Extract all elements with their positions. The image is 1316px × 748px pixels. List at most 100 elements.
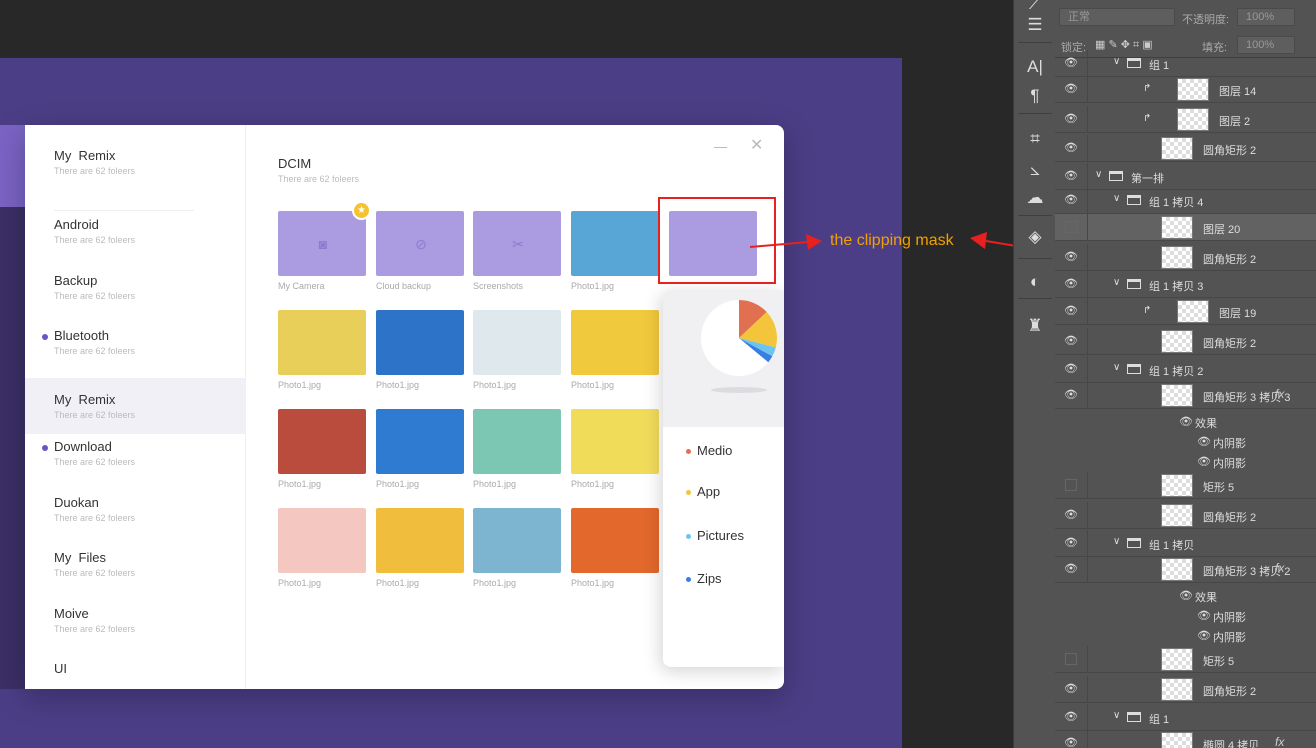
photo-thumbnail[interactable] (278, 409, 366, 474)
opacity-input[interactable]: 100% (1237, 8, 1295, 26)
eye-icon[interactable]: 👁 (1063, 536, 1079, 550)
blend-mode-select[interactable]: 正常 (1059, 8, 1175, 26)
crop-icon[interactable]: ⌗ (1022, 127, 1048, 151)
photo-thumbnail[interactable] (376, 508, 464, 573)
smudge-icon[interactable]: ☁ (1022, 186, 1048, 210)
layer-row[interactable]: 👁 图层 2 ↱ (1055, 106, 1316, 133)
type-icon[interactable]: A| (1022, 55, 1048, 79)
eye-icon[interactable]: 👁 (1197, 455, 1211, 468)
layer-row[interactable]: 👁 组 1 拷贝 3 ∨ (1055, 271, 1316, 298)
eye-icon[interactable]: 👁 (1063, 562, 1079, 576)
eye-icon[interactable]: 👁 (1063, 277, 1079, 291)
layer-row[interactable]: 👁 组 1 拷贝 4 ∨ (1055, 187, 1316, 214)
layer-row[interactable]: 👁 组 1 拷贝 ∨ (1055, 530, 1316, 557)
layer-row[interactable]: 图层 20 (1055, 214, 1316, 241)
eye-icon[interactable]: 👁 (1063, 250, 1079, 264)
ruler-icon[interactable]: ⦣ (1022, 158, 1048, 182)
chevron-down-icon[interactable]: ∨ (1113, 193, 1120, 204)
adjust-icon[interactable]: ☰ (1022, 13, 1048, 37)
eye-icon[interactable]: 👁 (1063, 334, 1079, 348)
hidden-eye-box[interactable] (1065, 479, 1077, 491)
eye-icon[interactable]: 👁 (1197, 609, 1211, 622)
eye-icon[interactable]: 👁 (1063, 388, 1079, 402)
fx-icon[interactable]: fx (1275, 387, 1284, 401)
layer-row[interactable]: 👁 圆角矩形 3 拷贝 2 fx (1055, 556, 1316, 583)
chevron-down-icon[interactable]: ∨ (1095, 169, 1102, 180)
tool-strip: ⟋ ☰ A| ¶ ⌗ ⦣ ☁ ◈ ◐ ♜ (1013, 0, 1055, 748)
layer-thumbnail (1161, 732, 1193, 748)
photo-thumbnail[interactable] (376, 310, 464, 375)
layer-row[interactable]: 👁 圆角矩形 2 (1055, 502, 1316, 529)
legend-dot (686, 449, 691, 455)
fx-icon[interactable]: fx (1275, 735, 1284, 748)
eye-icon[interactable]: 👁 (1063, 169, 1079, 183)
photo-thumbnail[interactable] (571, 310, 659, 375)
eye-icon[interactable]: 👁 (1063, 82, 1079, 96)
eye-icon[interactable]: 👁 (1063, 710, 1079, 724)
sidebar-item[interactable]: Download There are 62 foleers (25, 425, 246, 481)
tool-separator (1018, 113, 1052, 114)
eye-icon[interactable]: 👁 (1063, 56, 1079, 70)
layer-row[interactable]: 👁 组 1 ∨ (1055, 50, 1316, 77)
hidden-eye-box[interactable] (1065, 221, 1077, 233)
layer-row[interactable]: 矩形 5 (1055, 646, 1316, 673)
photo-thumbnail[interactable] (473, 409, 561, 474)
chevron-down-icon[interactable]: ∨ (1113, 277, 1120, 288)
eye-icon[interactable]: 👁 (1063, 736, 1079, 748)
chevron-down-icon[interactable]: ∨ (1113, 536, 1120, 547)
layer-row[interactable]: 👁 圆角矩形 2 (1055, 328, 1316, 355)
photo-thumbnail[interactable] (571, 508, 659, 573)
hidden-eye-box[interactable] (1065, 653, 1077, 665)
chevron-down-icon[interactable]: ∨ (1113, 56, 1120, 67)
layer-row[interactable]: 👁 圆角矩形 2 (1055, 676, 1316, 703)
layer-thumbnail (1161, 246, 1193, 269)
photo-thumbnail[interactable] (376, 409, 464, 474)
fx-icon[interactable]: fx (1275, 561, 1284, 575)
layer-row[interactable]: 👁 第一排 ∨ (1055, 163, 1316, 190)
chevron-down-icon[interactable]: ∨ (1113, 710, 1120, 721)
layer-row[interactable]: 内阴影 👁 (1055, 432, 1316, 452)
photo-thumbnail[interactable] (473, 310, 561, 375)
layer-row[interactable]: 内阴影 👁 (1055, 606, 1316, 626)
eye-icon[interactable]: 👁 (1063, 304, 1079, 318)
sidebar-item[interactable]: UI (25, 647, 246, 689)
eye-icon[interactable]: 👁 (1063, 193, 1079, 207)
layer-row[interactable]: 👁 图层 19 ↱ (1055, 298, 1316, 325)
sidebar-item[interactable]: Bluetooth There are 62 foleers (25, 314, 246, 370)
sidebar-item[interactable]: Moive There are 62 foleers (25, 592, 246, 648)
layer-row[interactable]: 矩形 5 (1055, 472, 1316, 499)
eye-icon[interactable]: 👁 (1197, 435, 1211, 448)
eye-icon[interactable]: 👁 (1179, 415, 1193, 428)
layer-row[interactable]: 内阴影 👁 (1055, 452, 1316, 472)
layer-row[interactable]: 效果 👁 (1055, 586, 1316, 606)
photo-thumbnail[interactable] (571, 409, 659, 474)
photo-thumbnail[interactable] (278, 508, 366, 573)
layer-row[interactable]: 👁 图层 14 ↱ (1055, 76, 1316, 103)
3d-icon[interactable]: ◈ (1022, 225, 1048, 249)
paragraph-icon[interactable]: ¶ (1022, 84, 1048, 108)
photo-thumbnail[interactable] (278, 310, 366, 375)
canvas-area[interactable]: My Remix There are 62 foleers Android There… (0, 0, 1071, 748)
layer-row[interactable]: 效果 👁 (1055, 412, 1316, 432)
eye-icon[interactable]: 👁 (1179, 589, 1193, 602)
layer-row[interactable]: 内阴影 👁 (1055, 626, 1316, 646)
layer-row[interactable]: 👁 组 1 拷贝 2 ∨ (1055, 356, 1316, 383)
eye-icon[interactable]: 👁 (1063, 362, 1079, 376)
layer-row[interactable]: 👁 椭圆 4 拷贝 fx (1055, 730, 1316, 748)
eye-icon[interactable]: 👁 (1063, 508, 1079, 522)
layer-row[interactable]: 👁 圆角矩形 2 (1055, 244, 1316, 271)
sidebar-item[interactable]: My Files There are 62 foleers (25, 536, 246, 592)
eye-icon[interactable]: 👁 (1197, 629, 1211, 642)
mask-icon[interactable]: ◐ (1022, 270, 1048, 294)
chevron-down-icon[interactable]: ∨ (1113, 362, 1120, 373)
opacity-label: 不透明度: (1182, 14, 1230, 26)
eye-icon[interactable]: 👁 (1063, 112, 1079, 126)
layer-row[interactable]: 👁 组 1 ∨ (1055, 704, 1316, 731)
stamp-icon[interactable]: ♜ (1022, 314, 1048, 338)
eye-icon[interactable]: 👁 (1063, 141, 1079, 155)
photo-thumbnail[interactable] (473, 508, 561, 573)
layer-row[interactable]: 👁 圆角矩形 3 拷贝 3 fx (1055, 382, 1316, 409)
eye-icon[interactable]: 👁 (1063, 682, 1079, 696)
sidebar-item[interactable]: Duokan There are 62 foleers (25, 481, 246, 537)
layer-row[interactable]: 👁 圆角矩形 2 (1055, 135, 1316, 162)
